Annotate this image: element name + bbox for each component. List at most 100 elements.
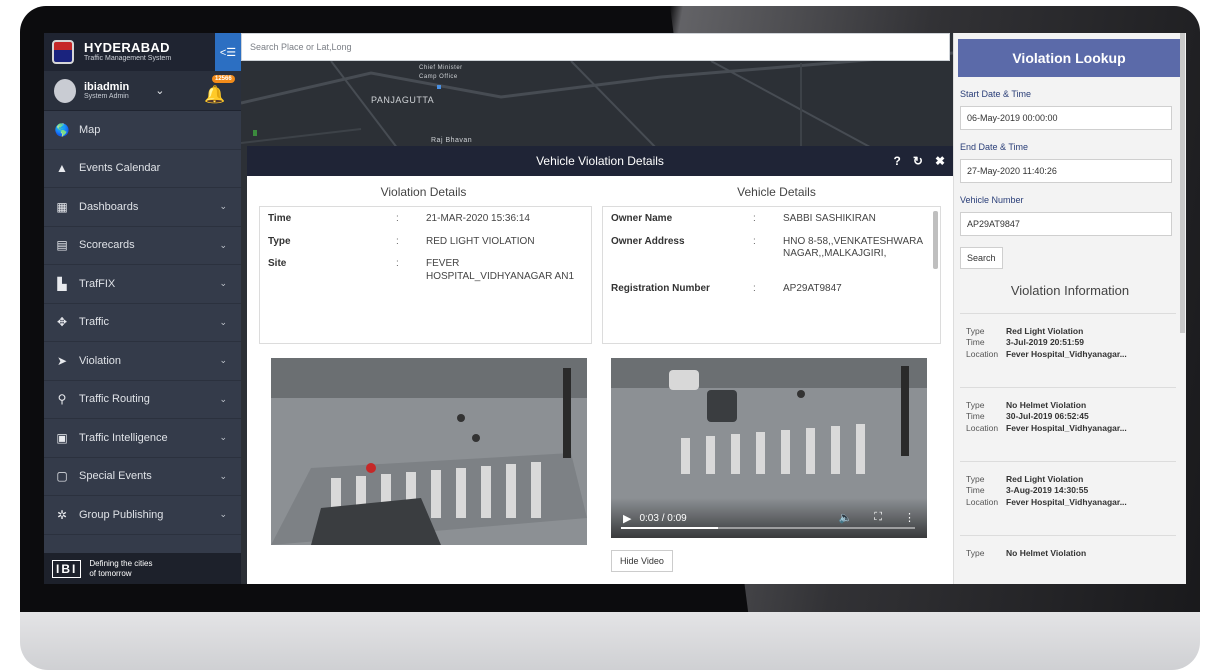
vehicle-details-box[interactable]: Owner Name: SABBI SASHIKIRAN Owner Address… (602, 206, 941, 344)
record-value: Fever Hospital_Vidhyanagar... (1006, 422, 1127, 433)
sidebar-item-traffic-intelligence[interactable]: ▣ Traffic Intelligence ⌄ (44, 419, 241, 458)
user-block[interactable]: ibiadmin System Admin ⌄ 🔔 12566 (44, 71, 241, 111)
record-row: Time 30-Jul-2019 06:52:45 (966, 411, 1176, 422)
record-key: Location (966, 496, 999, 507)
brand-header: HYDERABAD Traffic Management System <☰ (44, 33, 241, 71)
intelligence-icon: ▣ (56, 430, 68, 445)
record-value: Fever Hospital_Vidhyanagar... (1006, 496, 1127, 507)
brand-title: HYDERABAD (84, 40, 170, 55)
vehicle-details-column: Vehicle Details Owner Name: SABBI SASHIKI… (600, 176, 953, 344)
end-date-input[interactable] (960, 159, 1172, 183)
detail-key: Owner Address (611, 235, 685, 247)
video-time: 0:03 / 0:09 (639, 512, 687, 524)
record-value: 30-Jul-2019 06:52:45 (1006, 411, 1089, 422)
record-key: Location (966, 348, 999, 359)
detail-value: 21-MAR-2020 15:36:14 (426, 213, 530, 224)
details-scrollbar[interactable] (933, 211, 938, 269)
vehicle-number-input[interactable] (960, 212, 1172, 236)
chevron-down-icon: ⌄ (219, 470, 227, 481)
sidebar-item-map[interactable]: 🌎 Map (44, 111, 241, 150)
violation-information-title: Violation Information (1010, 283, 1130, 298)
violation-record-card[interactable]: Type No Helmet Violation Time 30-Jul-2019 0… (960, 387, 1176, 461)
violation-records-list[interactable]: Type Red Light Violation Time 3-Jul-2019 20… (954, 313, 1186, 584)
record-key: Location (966, 422, 999, 433)
globe-icon: 🌎 (54, 122, 70, 137)
sidebar-item-traffic[interactable]: ✥ Traffic ⌄ (44, 304, 241, 342)
search-button[interactable]: Search (960, 247, 1003, 269)
detail-row: Time: 21-MAR-2020 15:36:14 (268, 213, 583, 226)
sidebar: HYDERABAD Traffic Management System <☰ i… (44, 33, 241, 584)
menu-collapse-icon[interactable]: <☰ (215, 33, 241, 71)
sidebar-item-dashboards[interactable]: ▦ Dashboards ⌄ (44, 188, 241, 227)
detail-row: Site: FEVER HOSPITAL_VIDHYANAGAR AN1 (268, 258, 583, 283)
record-value: 3-Jul-2019 20:51:59 (1006, 337, 1084, 348)
sidebar-item-scorecards[interactable]: ▤ Scorecards ⌄ (44, 227, 241, 265)
chevron-down-icon: ⌄ (219, 316, 227, 327)
violation-details-title: Violation Details (380, 185, 467, 199)
violation-record-card[interactable]: Type Red Light Violation Time 3-Jul-2019 20… (960, 313, 1176, 387)
sidebar-item-label: Traffic Routing (79, 393, 150, 406)
panel-scrollbar[interactable] (1180, 33, 1185, 333)
detail-separator: : (396, 258, 399, 269)
start-date-label: Start Date & Time (960, 89, 1032, 99)
help-icon[interactable]: ? (894, 154, 901, 168)
sidebar-item-traffic-routing[interactable]: ⚲ Traffic Routing ⌄ (44, 381, 241, 419)
violation-snapshot[interactable] (271, 358, 587, 545)
record-value: No Helmet Violation (1006, 548, 1087, 558)
sidebar-item-events-calendar[interactable]: ▲ Events Calendar (44, 150, 241, 188)
hide-video-button[interactable]: Hide Video (611, 550, 673, 572)
detail-key: Owner Name (611, 213, 673, 224)
detail-value: HNO 8-58,,VENKATESHWARA NAGAR,,MALKAJGIR… (783, 235, 923, 260)
record-row: Location Fever Hospital_Vidhyanagar... (966, 423, 1176, 434)
record-key: Type (966, 326, 985, 336)
close-icon[interactable]: ✖ (935, 154, 945, 168)
sidebar-item-label: Violation (79, 354, 121, 367)
document-icon: ▙ (57, 276, 67, 291)
map-search-input[interactable] (250, 42, 949, 52)
map-label-minar: Chief Minister (419, 65, 463, 71)
record-key: Type (966, 474, 985, 484)
sidebar-item-violation[interactable]: ➤ Violation ⌄ (44, 342, 241, 381)
sidebar-item-label: Dashboards (79, 200, 139, 213)
detail-row: Type: RED LIGHT VIOLATION (268, 236, 583, 249)
map-search-box[interactable] (241, 33, 950, 61)
record-value: Red Light Violation (1006, 474, 1084, 484)
fullscreen-icon[interactable]: ⛶ (874, 511, 882, 524)
user-text: ibiadmin System Admin (84, 81, 129, 101)
warning-icon: ▲ (56, 161, 68, 176)
modal-header: Vehicle Violation Details ? ↻ ✖ (247, 146, 953, 176)
vehicle-details-title: Vehicle Details (737, 185, 816, 199)
violation-video-player[interactable]: ▶ 0:03 / 0:09 🔈 ⛶ ⋮ (611, 358, 927, 538)
detail-key: Site (268, 258, 287, 269)
bell-icon[interactable]: 🔔 (204, 85, 225, 105)
sidebar-item-special-events[interactable]: ▢ Special Events ⌄ (44, 458, 241, 496)
brand-text: HYDERABAD Traffic Management System (84, 40, 171, 63)
ibi-logo: IBI (52, 559, 82, 578)
record-key: Time (966, 411, 985, 422)
sidebar-item-group-publishing[interactable]: ✲ Group Publishing ⌄ (44, 496, 241, 535)
video-right-controls: 🔈 ⛶ ⋮ (839, 511, 915, 524)
more-options-icon[interactable]: ⋮ (904, 511, 915, 524)
notification-badge: 12566 (212, 75, 235, 83)
chevron-down-icon: ⌄ (219, 355, 227, 366)
start-date-input[interactable] (960, 106, 1172, 130)
record-value: No Helmet Violation (1006, 400, 1087, 410)
detail-separator: : (753, 235, 756, 247)
sidebar-item-traffix[interactable]: ▙ TrafFIX ⌄ (44, 265, 241, 304)
refresh-icon[interactable]: ↻ (913, 154, 923, 168)
detail-key: Time (268, 213, 292, 224)
play-icon[interactable]: ▶ (623, 512, 631, 525)
detail-value: AP29AT9847 (783, 282, 842, 294)
detail-row: Owner Name: SABBI SASHIKIRAN (611, 213, 932, 226)
ibi-tagline: Defining the cities of tomorrow (89, 559, 152, 577)
video-progress-bar[interactable] (621, 527, 915, 529)
route-icon: ⚲ (57, 392, 67, 407)
violation-record-card[interactable]: Type No Helmet Violation (960, 535, 1176, 584)
chevron-down-icon: ⌄ (219, 201, 227, 212)
volume-icon[interactable]: 🔈 (839, 511, 853, 524)
sidebar-item-label: Group Publishing (79, 508, 164, 521)
violation-record-card[interactable]: Type Red Light Violation Time 3-Aug-2019 14… (960, 461, 1176, 535)
modal-tools: ? ↻ ✖ (894, 146, 945, 176)
record-row: Location Fever Hospital_Vidhyanagar... (966, 497, 1176, 508)
chevron-down-icon[interactable]: ⌄ (155, 84, 164, 97)
